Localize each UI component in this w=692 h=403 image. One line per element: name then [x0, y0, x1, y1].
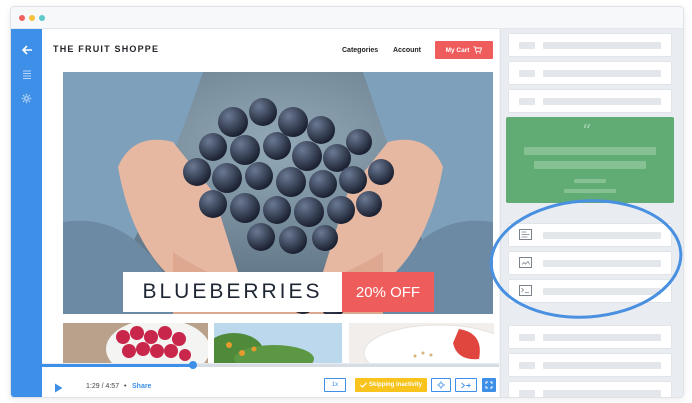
list-icon — [22, 70, 31, 79]
hero-title: BLUEBERRIES — [123, 272, 342, 312]
speed-button[interactable]: 1x — [324, 378, 346, 392]
layers-button[interactable] — [11, 63, 42, 85]
back-button[interactable] — [11, 39, 42, 61]
product-thumb-oranges[interactable] — [214, 323, 342, 363]
raspberries-image — [63, 323, 208, 363]
skip-forward-button[interactable] — [455, 378, 477, 392]
progress-fill — [42, 364, 193, 367]
skip-label: Skipping inactivity — [368, 382, 422, 388]
product-thumb-strawberry[interactable] — [349, 323, 494, 363]
testimonial-block[interactable]: “ — [506, 117, 674, 203]
product-thumb-raspberries[interactable] — [63, 323, 208, 363]
store-page: THE FRUIT SHOPPE Categories Account My C… — [42, 29, 499, 397]
gear-icon — [21, 93, 32, 103]
block-placeholder[interactable] — [508, 381, 672, 397]
crosshair-icon — [437, 381, 445, 389]
block-placeholder[interactable] — [508, 33, 672, 57]
block-placeholder[interactable] — [508, 89, 672, 113]
close-window-dot[interactable] — [19, 15, 25, 21]
progress-handle[interactable] — [188, 361, 197, 369]
window-titlebar — [11, 7, 683, 29]
settings-button[interactable] — [11, 87, 42, 109]
zoom-window-dot[interactable] — [39, 15, 45, 21]
progress-bar[interactable] — [42, 361, 499, 369]
share-link[interactable]: Share — [132, 383, 151, 390]
playback-time: 1:29 / 4:57 — [86, 383, 120, 390]
highlight-ellipse — [489, 199, 683, 319]
store-brand[interactable]: THE FRUIT SHOPPE — [53, 44, 159, 54]
cart-icon — [473, 46, 483, 54]
strawberry-bowl-image — [349, 323, 494, 363]
fullscreen-button[interactable] — [482, 378, 496, 392]
nav-categories[interactable]: Categories — [342, 47, 378, 54]
hero-banner[interactable]: BLUEBERRIES 20% OFF — [63, 72, 493, 314]
play-button[interactable] — [54, 380, 63, 397]
editor-sidebar — [11, 29, 42, 397]
expand-icon — [485, 381, 493, 389]
cart-label: My Cart — [445, 46, 470, 54]
speed-label: 1x — [331, 382, 339, 388]
play-icon — [55, 383, 63, 393]
my-cart-button[interactable]: My Cart — [435, 41, 493, 59]
arrow-left-icon — [21, 45, 32, 55]
skip-inactivity-toggle[interactable]: Skipping inactivity — [355, 378, 427, 392]
block-placeholder[interactable] — [508, 353, 672, 377]
nav-account[interactable]: Account — [393, 47, 421, 54]
block-placeholder[interactable] — [508, 61, 672, 85]
skip-forward-icon — [461, 382, 471, 388]
time-separator: • — [124, 383, 127, 390]
session-player: 1:29 / 4:57 • Share 1x Skipping inactivi… — [42, 361, 499, 397]
sale-badge[interactable]: 20% OFF — [342, 272, 434, 312]
crosshair-button[interactable] — [431, 378, 451, 392]
quote-icon: “ — [582, 121, 592, 142]
oranges-image — [214, 323, 342, 363]
block-placeholder[interactable] — [508, 325, 672, 349]
checkmark-icon — [360, 382, 367, 388]
minimize-window-dot[interactable] — [29, 15, 35, 21]
